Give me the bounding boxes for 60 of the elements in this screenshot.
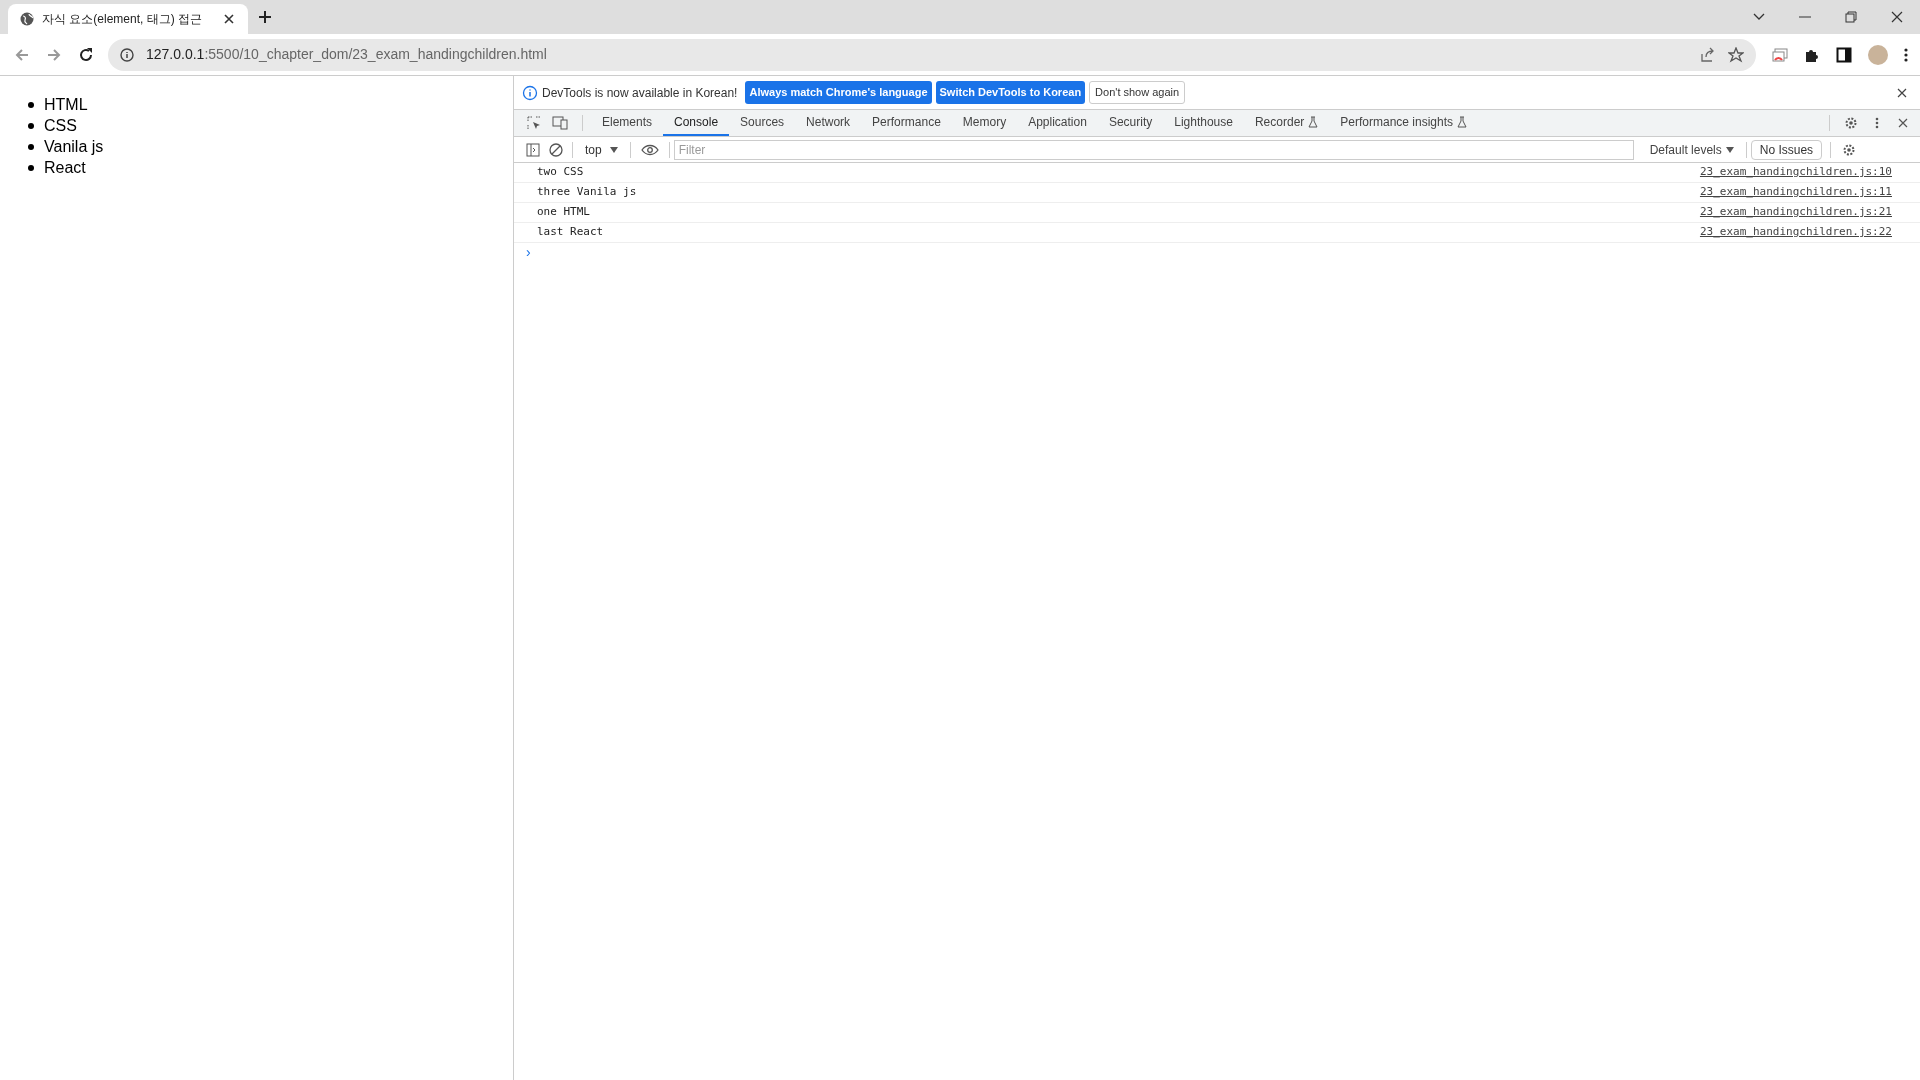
menu-icon[interactable] [1904,47,1908,62]
infobar-button[interactable]: Switch DevTools to Korean [935,81,1086,104]
list-item-text: HTML [44,94,88,115]
list-item-text: CSS [44,115,77,136]
devtools-tab[interactable]: Console [663,110,730,136]
bullet-icon [28,122,34,129]
dropdown-arrow-icon [609,146,618,153]
devtools-tab[interactable]: Performance insights [1329,110,1479,136]
infobar-message: DevTools is now available in Korean! [542,84,738,102]
console-message: two CSS [537,164,585,181]
filter-input[interactable]: Filter [673,139,1634,160]
share-icon[interactable] [1700,46,1716,63]
console-message: one HTML [537,204,591,221]
bullet-icon [28,164,34,171]
source-link[interactable]: 23_exam_handingchildren.js:21 [1699,204,1892,221]
url-text: 127.0.0.1:5500/10_chapter_dom/23_exam_handingchildren.html [146,45,548,64]
star-icon[interactable] [1728,46,1744,63]
close-icon[interactable] [222,12,236,26]
browser-tab[interactable]: 자식 요소(element, 태그) 접근 [8,4,248,34]
source-link[interactable]: 23_exam_handingchildren.js:22 [1699,224,1892,241]
close-icon[interactable] [1891,11,1903,23]
log-levels-dropdown[interactable]: Default levels [1641,138,1742,161]
globe-icon [20,12,34,26]
issues-button[interactable]: No Issues [1750,139,1823,160]
devtools-tab[interactable]: Network [795,110,862,136]
list-item-text: Vanila js [44,136,104,157]
devtools-tab[interactable]: Memory [951,110,1018,136]
bullet-icon [28,101,34,108]
infobar-button[interactable]: Always match Chrome's language [745,81,932,104]
dropdown-arrow-icon [1725,146,1734,153]
side-panel-icon[interactable] [1836,46,1852,63]
devtools-tab[interactable]: Elements [591,110,664,136]
devtools-tab[interactable]: Recorder [1243,110,1330,136]
console-message: three Vanila js [537,184,638,201]
devtools-tab[interactable]: Security [1097,110,1164,136]
plus-icon[interactable] [258,10,272,24]
flask-icon [1457,116,1468,128]
console-prompt[interactable]: › [526,241,531,263]
address-bar[interactable]: 127.0.0.1:5500/10_chapter_dom/23_exam_handingchildren.html [108,38,1756,71]
flask-icon [1308,116,1319,128]
reload-icon[interactable] [78,46,94,63]
devtools-tab[interactable]: Performance [861,110,952,136]
list-item-text: React [44,157,86,178]
tab-title: 자식 요소(element, 태그) 접근 [42,11,204,28]
console-message: last React [537,224,605,241]
source-link[interactable]: 23_exam_handingchildren.js:10 [1699,164,1892,181]
forward-arrow-icon[interactable] [46,46,62,63]
back-arrow-icon[interactable] [14,46,30,63]
devtools-tab[interactable]: Lighthouse [1163,110,1244,136]
infobar-button[interactable]: Don't show again [1089,81,1186,104]
cast-icon[interactable] [1772,47,1788,62]
context-dropdown[interactable]: top [577,138,626,161]
info-icon [522,84,538,101]
chevron-down-icon[interactable] [1753,13,1765,21]
restore-icon[interactable] [1845,11,1857,23]
bullet-icon [28,143,34,150]
source-link[interactable]: 23_exam_handingchildren.js:11 [1699,184,1892,201]
devtools-tab[interactable]: Application [1017,110,1098,136]
info-icon[interactable] [120,47,134,62]
devtools-tab[interactable]: Sources [729,110,796,136]
